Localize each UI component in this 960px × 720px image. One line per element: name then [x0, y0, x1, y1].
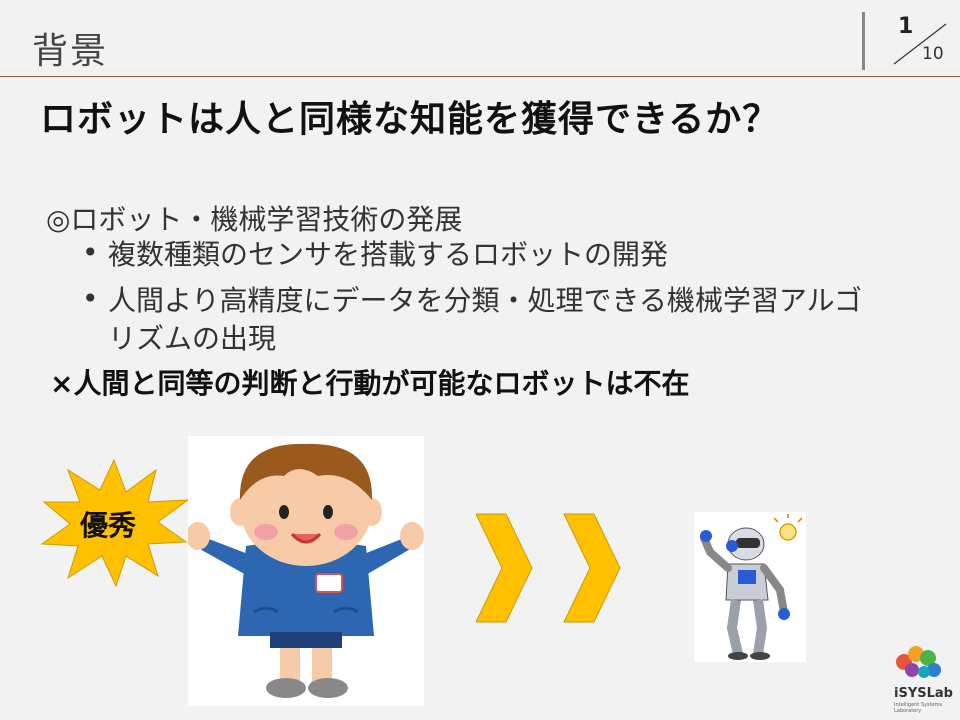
bullet-dot: •: [82, 236, 99, 269]
child-icon: [186, 443, 424, 698]
point-robot-ml-progress: ◎ロボット・機械学習技術の発展: [46, 203, 463, 236]
bullet-text: 複数種類のセンサを搭載するロボットの開発: [108, 238, 669, 271]
header-vertical-bar: [862, 12, 865, 70]
page-total: 10: [922, 44, 944, 64]
bullet-item: • 複数種類のセンサを搭載するロボットの開発: [82, 236, 888, 274]
slide: 背景 1 10 ロボットは人と同様な知能を獲得できるか？ ◎ロボット・機械学習技…: [0, 0, 960, 720]
title-divider: [0, 76, 960, 77]
child-illustration: [186, 436, 424, 706]
chevron-right-icon: [476, 513, 621, 623]
lab-logo-name: iSYSLab: [894, 686, 953, 701]
slide-headline: ロボットは人と同様な知能を獲得できるか？: [40, 99, 780, 140]
section-title: 背景: [32, 31, 109, 72]
bullet-text: 人間より高精度にデータを分類・処理できる機械学習アルゴリズムの出現: [108, 284, 863, 355]
lab-logo-icon: [896, 646, 941, 678]
bullet-item: • 人間より高精度にデータを分類・処理できる機械学習アルゴリズムの出現: [82, 282, 888, 358]
point-no-human-level-robot: ×人間と同等の判断と行動が可能なロボットは不在: [50, 367, 690, 400]
robot-icon: [700, 514, 803, 660]
excellent-burst: 優秀: [38, 458, 190, 592]
burst-label: 優秀: [80, 509, 137, 542]
bullet-dot: •: [82, 282, 99, 315]
lab-logo-subtitle: Intelligent Systems Laboratory: [894, 702, 943, 714]
robot-illustration: [694, 512, 806, 662]
